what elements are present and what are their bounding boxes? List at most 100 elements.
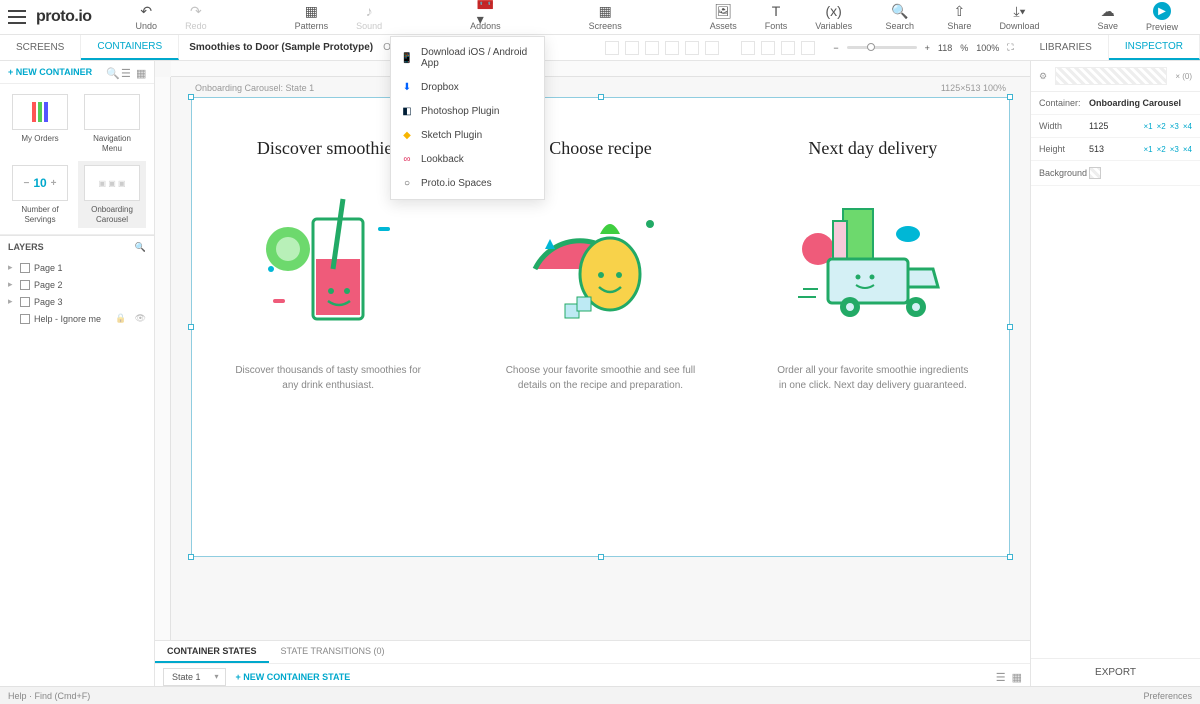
- download-button[interactable]: ⤓▾Download: [985, 3, 1053, 31]
- multiplier-2[interactable]: ×2: [1157, 122, 1166, 131]
- states-grid-icon[interactable]: ▦: [1012, 671, 1022, 684]
- group-icon[interactable]: [781, 41, 795, 55]
- layer-page-1[interactable]: ▸Page 1: [8, 259, 146, 276]
- assets-button[interactable]: 🖼Assets: [696, 3, 751, 31]
- tab-screens[interactable]: SCREENS: [0, 35, 81, 60]
- align-tools: [597, 35, 823, 60]
- menu-icon[interactable]: [8, 10, 26, 24]
- tab-libraries[interactable]: LIBRARIES: [1024, 35, 1109, 60]
- dropdown-item-lookback[interactable]: ∞Lookback: [391, 147, 544, 171]
- pattern-preview: [1055, 67, 1167, 85]
- screens-button[interactable]: ▦Screens: [575, 3, 636, 31]
- distribute-h-icon[interactable]: [741, 41, 755, 55]
- resize-handle[interactable]: [598, 554, 604, 560]
- lock-icon[interactable]: 🔒: [115, 313, 126, 324]
- addons-icon: 🧰▾: [477, 3, 493, 19]
- share-button[interactable]: ⇧Share: [933, 3, 985, 31]
- save-button[interactable]: ☁Save: [1083, 3, 1132, 31]
- resize-handle[interactable]: [188, 554, 194, 560]
- breadcrumb-project[interactable]: Smoothies to Door (Sample Prototype): [189, 42, 373, 53]
- align-middle-icon[interactable]: [685, 41, 699, 55]
- thumb-navigation-menu[interactable]: Navigation Menu: [78, 90, 146, 157]
- resize-handle[interactable]: [598, 94, 604, 100]
- tab-inspector[interactable]: INSPECTOR: [1109, 35, 1200, 60]
- background-swatch[interactable]: [1089, 167, 1101, 179]
- zoom-expand-icon[interactable]: ⛶: [1007, 42, 1013, 53]
- dropdown-item-spaces[interactable]: ○Proto.io Spaces: [391, 171, 544, 195]
- multiplier-1[interactable]: ×1: [1144, 122, 1153, 131]
- state-selector[interactable]: State 1: [163, 668, 226, 686]
- top-toolbar: proto.io ↶Undo ↷Redo ▦Patterns ♪Sound 🧰▾…: [0, 0, 1200, 35]
- search-small-icon[interactable]: 🔍: [106, 67, 116, 77]
- sound-button[interactable]: ♪Sound: [342, 3, 396, 31]
- new-state-button[interactable]: + NEW CONTAINER STATE: [236, 672, 351, 682]
- dropdown-item-ios-android[interactable]: 📱Download iOS / Android App: [391, 41, 544, 75]
- resize-handle[interactable]: [1007, 554, 1013, 560]
- multiplier-3[interactable]: ×3: [1170, 122, 1179, 131]
- resize-handle[interactable]: [188, 94, 194, 100]
- preview-button[interactable]: ▶Preview: [1132, 2, 1192, 32]
- ruler-horizontal[interactable]: [171, 61, 1030, 77]
- tab-containers[interactable]: CONTAINERS: [81, 35, 179, 60]
- settings-icon[interactable]: ⚙: [1039, 71, 1047, 82]
- recipe-illustration: [515, 179, 685, 339]
- thumb-my-orders[interactable]: My Orders: [6, 90, 74, 157]
- grid-icon[interactable]: ▦: [136, 67, 146, 77]
- align-left-icon[interactable]: [605, 41, 619, 55]
- tab-container-states[interactable]: CONTAINER STATES: [155, 641, 269, 663]
- status-help[interactable]: Help · Find (Cmd+F): [8, 691, 90, 701]
- search-icon: 🔍: [892, 3, 908, 19]
- layer-page-3[interactable]: ▸Page 3: [8, 293, 146, 310]
- zoom-slider[interactable]: [847, 46, 917, 49]
- dropdown-item-dropbox[interactable]: ⬇Dropbox: [391, 75, 544, 99]
- resize-handle[interactable]: [188, 324, 194, 330]
- zoom-fit[interactable]: 100%: [976, 43, 999, 53]
- align-right-icon[interactable]: [645, 41, 659, 55]
- thumb-onboarding-carousel[interactable]: ▣ ▣ ▣Onboarding Carousel: [78, 161, 146, 228]
- width-input[interactable]: 1125: [1089, 121, 1121, 131]
- carousel-slide-3[interactable]: Next day delivery: [737, 98, 1009, 556]
- eye-icon[interactable]: 👁: [135, 313, 146, 324]
- layers-search-icon[interactable]: 🔍: [135, 242, 146, 253]
- addons-button[interactable]: 🧰▾Addons: [456, 3, 515, 31]
- align-top-icon[interactable]: [665, 41, 679, 55]
- thumb-number-of-servings[interactable]: −10+Number of Servings: [6, 161, 74, 228]
- artboard[interactable]: Discover smoothies: [191, 97, 1010, 557]
- search-button[interactable]: 🔍Search: [871, 3, 928, 31]
- layer-help[interactable]: Help - Ignore me🔒👁: [8, 310, 146, 327]
- ruler-vertical[interactable]: [155, 77, 171, 686]
- dropdown-item-photoshop[interactable]: ◧Photoshop Plugin: [391, 99, 544, 123]
- patterns-icon: ▦: [303, 3, 319, 19]
- phone-icon: 📱: [401, 52, 413, 64]
- inspector-height: Height 513 ×1 ×2 ×3 ×4: [1031, 138, 1200, 161]
- align-center-icon[interactable]: [625, 41, 639, 55]
- distribute-v-icon[interactable]: [761, 41, 775, 55]
- redo-button[interactable]: ↷Redo: [171, 3, 221, 31]
- patterns-button[interactable]: ▦Patterns: [281, 3, 343, 31]
- variables-button[interactable]: (x)Variables: [801, 3, 866, 31]
- export-button[interactable]: EXPORT: [1031, 658, 1200, 686]
- undo-button[interactable]: ↶Undo: [122, 3, 172, 31]
- list-icon[interactable]: ☰: [121, 67, 131, 77]
- undo-icon: ↶: [138, 3, 154, 19]
- multiplier-4[interactable]: ×4: [1183, 122, 1192, 131]
- sub-toolbar: SCREENS CONTAINERS Smoothies to Door (Sa…: [0, 35, 1200, 61]
- resize-handle[interactable]: [1007, 324, 1013, 330]
- status-preferences[interactable]: Preferences: [1143, 691, 1192, 701]
- ungroup-icon[interactable]: [801, 41, 815, 55]
- states-bar: CONTAINER STATES STATE TRANSITIONS (0) S…: [155, 640, 1030, 686]
- dropdown-item-sketch[interactable]: ◆Sketch Plugin: [391, 123, 544, 147]
- fonts-button[interactable]: TFonts: [751, 3, 802, 31]
- assets-icon: 🖼: [715, 3, 731, 19]
- zoom-out-icon[interactable]: −: [833, 43, 838, 53]
- layer-page-2[interactable]: ▸Page 2: [8, 276, 146, 293]
- new-container-button[interactable]: + NEW CONTAINER 🔍☰▦: [0, 61, 154, 84]
- zoom-in-icon[interactable]: +: [925, 43, 930, 53]
- align-bottom-icon[interactable]: [705, 41, 719, 55]
- logo[interactable]: proto.io: [36, 8, 92, 26]
- height-input[interactable]: 513: [1089, 144, 1121, 154]
- share-icon: ⇧: [951, 3, 967, 19]
- resize-handle[interactable]: [1007, 94, 1013, 100]
- tab-state-transitions[interactable]: STATE TRANSITIONS (0): [269, 641, 397, 663]
- states-list-icon[interactable]: ☰: [996, 671, 1006, 684]
